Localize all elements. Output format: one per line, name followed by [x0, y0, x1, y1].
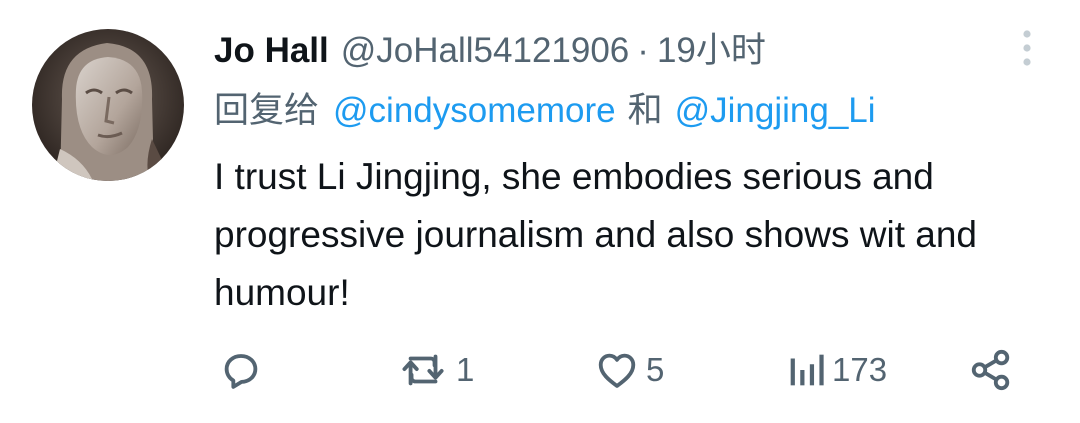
reply-prefix: 回复给 [214, 91, 320, 130]
tweet-actions: 1 5 173 [0, 345, 1080, 395]
author-handle[interactable]: @JoHall54121906 [341, 28, 630, 74]
reply-conjunction: 和 [627, 91, 663, 130]
avatar[interactable] [32, 29, 184, 181]
reply-mention-link[interactable]: @cindysomemore [333, 86, 616, 136]
avatar-image [32, 29, 184, 181]
retweet-button[interactable]: 1 [398, 345, 474, 395]
like-count: 5 [646, 351, 665, 388]
more-vertical-icon [1023, 30, 1031, 66]
retweet-icon [402, 354, 444, 386]
heart-icon [598, 353, 636, 388]
reply-icon [224, 354, 258, 389]
reply-button[interactable] [218, 345, 264, 395]
author-display-name[interactable]: Jo Hall [214, 28, 329, 74]
views-count: 173 [832, 351, 888, 388]
share-button[interactable] [968, 345, 1014, 395]
reply-mention-link[interactable]: @Jingjing_Li [675, 86, 876, 136]
analytics-icon [790, 354, 824, 386]
more-options-button[interactable] [1014, 26, 1040, 70]
like-button[interactable]: 5 [594, 345, 664, 395]
tweet-timestamp[interactable]: 19小时 [657, 28, 766, 74]
replying-to: 回复给 @cindysomemore 和 @Jingjing_Li [214, 86, 876, 136]
tweet-header: Jo Hall @JoHall54121906 · 19小时 [214, 28, 766, 74]
retweet-count: 1 [456, 351, 475, 388]
views-button[interactable]: 173 [786, 345, 887, 395]
tweet-text: I trust Li Jingjing, she embodies seriou… [214, 156, 977, 313]
header-separator: · [637, 31, 649, 70]
share-icon [971, 349, 1010, 391]
